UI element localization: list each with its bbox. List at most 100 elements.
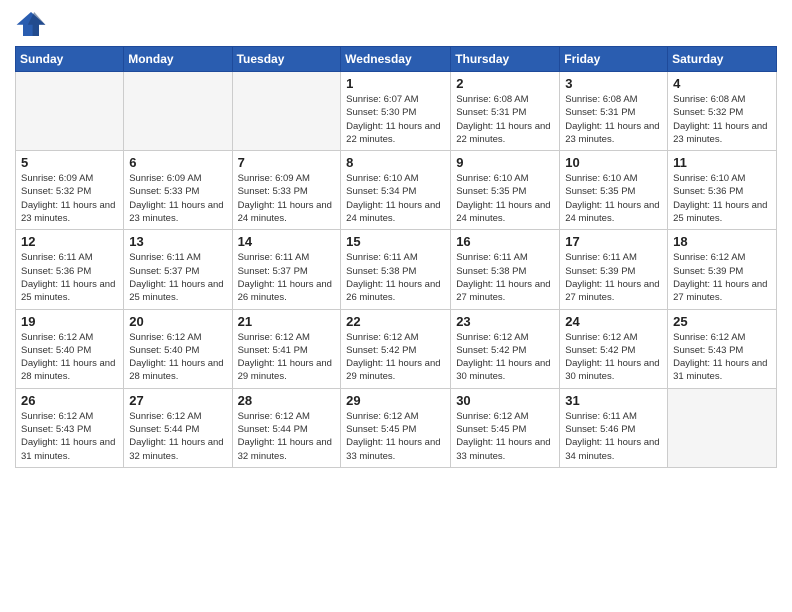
day-info: Sunrise: 6:12 AM Sunset: 5:45 PM Dayligh… [456, 410, 554, 463]
calendar-cell: 16 Sunrise: 6:11 AM Sunset: 5:38 PM Dayli… [451, 230, 560, 309]
day-number: 18 [673, 234, 771, 249]
day-number: 4 [673, 76, 771, 91]
day-info: Sunrise: 6:12 AM Sunset: 5:42 PM Dayligh… [565, 331, 662, 384]
calendar-cell: 19 Sunrise: 6:12 AM Sunset: 5:40 PM Dayli… [16, 309, 124, 388]
day-info: Sunrise: 6:12 AM Sunset: 5:40 PM Dayligh… [21, 331, 118, 384]
day-info: Sunrise: 6:12 AM Sunset: 5:42 PM Dayligh… [346, 331, 445, 384]
day-info: Sunrise: 6:09 AM Sunset: 5:33 PM Dayligh… [129, 172, 226, 225]
day-number: 26 [21, 393, 118, 408]
calendar-table: SundayMondayTuesdayWednesdayThursdayFrid… [15, 46, 777, 468]
calendar-cell: 18 Sunrise: 6:12 AM Sunset: 5:39 PM Dayli… [668, 230, 777, 309]
calendar-cell: 30 Sunrise: 6:12 AM Sunset: 5:45 PM Dayli… [451, 388, 560, 467]
day-info: Sunrise: 6:12 AM Sunset: 5:44 PM Dayligh… [129, 410, 226, 463]
day-number: 1 [346, 76, 445, 91]
day-number: 23 [456, 314, 554, 329]
calendar-cell: 31Sunrise: 6:11 AM Sunset: 5:46 PM Dayli… [560, 388, 668, 467]
day-number: 19 [21, 314, 118, 329]
calendar-cell: 26 Sunrise: 6:12 AM Sunset: 5:43 PM Dayli… [16, 388, 124, 467]
calendar-cell: 27Sunrise: 6:12 AM Sunset: 5:44 PM Dayli… [124, 388, 232, 467]
weekday-header-saturday: Saturday [668, 47, 777, 72]
day-info: Sunrise: 6:08 AM Sunset: 5:31 PM Dayligh… [565, 93, 662, 146]
calendar-cell: 6 Sunrise: 6:09 AM Sunset: 5:33 PM Daylig… [124, 151, 232, 230]
day-info: Sunrise: 6:07 AM Sunset: 5:30 PM Dayligh… [346, 93, 445, 146]
day-number: 31 [565, 393, 662, 408]
day-info: Sunrise: 6:09 AM Sunset: 5:33 PM Dayligh… [238, 172, 336, 225]
day-info: Sunrise: 6:12 AM Sunset: 5:43 PM Dayligh… [21, 410, 118, 463]
weekday-header-row: SundayMondayTuesdayWednesdayThursdayFrid… [16, 47, 777, 72]
day-number: 28 [238, 393, 336, 408]
page-container: SundayMondayTuesdayWednesdayThursdayFrid… [0, 0, 792, 478]
day-info: Sunrise: 6:11 AM Sunset: 5:38 PM Dayligh… [346, 251, 445, 304]
weekday-header-monday: Monday [124, 47, 232, 72]
day-info: Sunrise: 6:12 AM Sunset: 5:39 PM Dayligh… [673, 251, 771, 304]
calendar-cell: 24 Sunrise: 6:12 AM Sunset: 5:42 PM Dayli… [560, 309, 668, 388]
day-number: 21 [238, 314, 336, 329]
day-number: 16 [456, 234, 554, 249]
calendar-cell: 13Sunrise: 6:11 AM Sunset: 5:37 PM Dayli… [124, 230, 232, 309]
day-info: Sunrise: 6:08 AM Sunset: 5:32 PM Dayligh… [673, 93, 771, 146]
calendar-cell: 10 Sunrise: 6:10 AM Sunset: 5:35 PM Dayli… [560, 151, 668, 230]
calendar-cell: 25 Sunrise: 6:12 AM Sunset: 5:43 PM Dayli… [668, 309, 777, 388]
calendar-cell [124, 72, 232, 151]
day-number: 22 [346, 314, 445, 329]
day-info: Sunrise: 6:12 AM Sunset: 5:45 PM Dayligh… [346, 410, 445, 463]
calendar-week-2: 5 Sunrise: 6:09 AM Sunset: 5:32 PM Daylig… [16, 151, 777, 230]
calendar-cell: 7 Sunrise: 6:09 AM Sunset: 5:33 PM Daylig… [232, 151, 341, 230]
logo-icon [15, 10, 47, 38]
day-number: 7 [238, 155, 336, 170]
day-info: Sunrise: 6:11 AM Sunset: 5:37 PM Dayligh… [238, 251, 336, 304]
day-info: Sunrise: 6:12 AM Sunset: 5:41 PM Dayligh… [238, 331, 336, 384]
calendar-cell: 11 Sunrise: 6:10 AM Sunset: 5:36 PM Dayli… [668, 151, 777, 230]
day-info: Sunrise: 6:10 AM Sunset: 5:34 PM Dayligh… [346, 172, 445, 225]
day-info: Sunrise: 6:08 AM Sunset: 5:31 PM Dayligh… [456, 93, 554, 146]
day-number: 10 [565, 155, 662, 170]
day-number: 15 [346, 234, 445, 249]
day-number: 14 [238, 234, 336, 249]
day-number: 11 [673, 155, 771, 170]
day-number: 9 [456, 155, 554, 170]
weekday-header-sunday: Sunday [16, 47, 124, 72]
day-info: Sunrise: 6:11 AM Sunset: 5:38 PM Dayligh… [456, 251, 554, 304]
day-number: 8 [346, 155, 445, 170]
calendar-cell: 14 Sunrise: 6:11 AM Sunset: 5:37 PM Dayli… [232, 230, 341, 309]
weekday-header-wednesday: Wednesday [341, 47, 451, 72]
day-number: 6 [129, 155, 226, 170]
day-number: 30 [456, 393, 554, 408]
day-number: 5 [21, 155, 118, 170]
calendar-week-3: 12Sunrise: 6:11 AM Sunset: 5:36 PM Dayli… [16, 230, 777, 309]
calendar-cell: 28Sunrise: 6:12 AM Sunset: 5:44 PM Dayli… [232, 388, 341, 467]
day-number: 24 [565, 314, 662, 329]
day-number: 3 [565, 76, 662, 91]
day-info: Sunrise: 6:11 AM Sunset: 5:37 PM Dayligh… [129, 251, 226, 304]
day-number: 25 [673, 314, 771, 329]
calendar-cell: 29Sunrise: 6:12 AM Sunset: 5:45 PM Dayli… [341, 388, 451, 467]
day-info: Sunrise: 6:09 AM Sunset: 5:32 PM Dayligh… [21, 172, 118, 225]
calendar-cell [16, 72, 124, 151]
weekday-header-thursday: Thursday [451, 47, 560, 72]
day-info: Sunrise: 6:12 AM Sunset: 5:43 PM Dayligh… [673, 331, 771, 384]
calendar-cell: 23Sunrise: 6:12 AM Sunset: 5:42 PM Dayli… [451, 309, 560, 388]
calendar-cell: 22 Sunrise: 6:12 AM Sunset: 5:42 PM Dayli… [341, 309, 451, 388]
weekday-header-friday: Friday [560, 47, 668, 72]
day-info: Sunrise: 6:10 AM Sunset: 5:36 PM Dayligh… [673, 172, 771, 225]
calendar-cell [232, 72, 341, 151]
calendar-week-5: 26 Sunrise: 6:12 AM Sunset: 5:43 PM Dayli… [16, 388, 777, 467]
day-number: 20 [129, 314, 226, 329]
calendar-cell: 15 Sunrise: 6:11 AM Sunset: 5:38 PM Dayli… [341, 230, 451, 309]
day-info: Sunrise: 6:11 AM Sunset: 5:39 PM Dayligh… [565, 251, 662, 304]
day-number: 2 [456, 76, 554, 91]
day-number: 17 [565, 234, 662, 249]
calendar-cell: 9 Sunrise: 6:10 AM Sunset: 5:35 PM Daylig… [451, 151, 560, 230]
day-info: Sunrise: 6:10 AM Sunset: 5:35 PM Dayligh… [456, 172, 554, 225]
day-info: Sunrise: 6:10 AM Sunset: 5:35 PM Dayligh… [565, 172, 662, 225]
calendar-week-1: 1 Sunrise: 6:07 AM Sunset: 5:30 PM Daylig… [16, 72, 777, 151]
calendar-cell: 3 Sunrise: 6:08 AM Sunset: 5:31 PM Daylig… [560, 72, 668, 151]
weekday-header-tuesday: Tuesday [232, 47, 341, 72]
logo [15, 10, 51, 38]
calendar-cell: 17 Sunrise: 6:11 AM Sunset: 5:39 PM Dayli… [560, 230, 668, 309]
calendar-week-4: 19 Sunrise: 6:12 AM Sunset: 5:40 PM Dayli… [16, 309, 777, 388]
calendar-cell: 12Sunrise: 6:11 AM Sunset: 5:36 PM Dayli… [16, 230, 124, 309]
day-info: Sunrise: 6:12 AM Sunset: 5:40 PM Dayligh… [129, 331, 226, 384]
day-info: Sunrise: 6:11 AM Sunset: 5:36 PM Dayligh… [21, 251, 118, 304]
calendar-cell: 20 Sunrise: 6:12 AM Sunset: 5:40 PM Dayli… [124, 309, 232, 388]
